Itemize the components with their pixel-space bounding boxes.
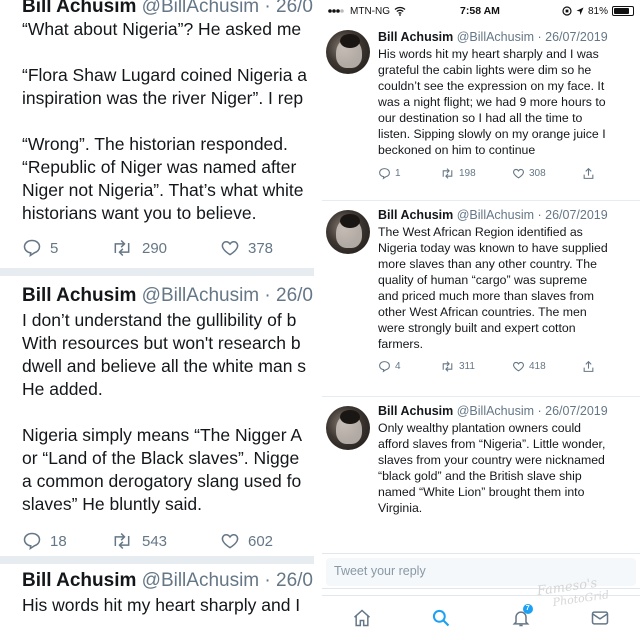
reply-icon bbox=[23, 239, 41, 258]
search-icon bbox=[433, 609, 450, 627]
share-icon bbox=[583, 167, 594, 179]
avatar[interactable] bbox=[326, 30, 370, 74]
retweet-button[interactable]: 543 bbox=[110, 531, 220, 551]
tweet-line: Nigeria simply means “The Nigger A bbox=[22, 425, 303, 445]
share-icon bbox=[583, 360, 594, 372]
tweet-line: slaves” He bluntly said. bbox=[22, 494, 202, 514]
reply-button[interactable]: 4 bbox=[378, 360, 440, 373]
status-bar: MTN-NG 7:58 AM 81% bbox=[322, 0, 640, 22]
like-button[interactable]: 602 bbox=[220, 531, 273, 551]
tweet-actions: 18 543 602 bbox=[22, 528, 314, 554]
wifi-icon bbox=[394, 6, 406, 16]
tweet-handle: @BillAchusim · 26/07/2019 bbox=[456, 208, 608, 222]
retweet-icon bbox=[442, 167, 453, 179]
tweet-line: or “Land of the Black slaves”. Nigge bbox=[22, 448, 300, 468]
left-tweet-1[interactable]: Bill Achusim @BillAchusim · 26/07/2 “Wha… bbox=[22, 0, 314, 261]
tweet-line: a common derogatory slang used fo bbox=[22, 471, 302, 491]
tweet-handle: @BillAchusim · 26/07/2 bbox=[141, 285, 314, 306]
home-icon bbox=[353, 609, 370, 627]
reply-input[interactable]: Tweet your reply bbox=[326, 558, 636, 586]
reply-button[interactable]: 18 bbox=[22, 531, 110, 551]
tweet-text: His words hit my heart sharply and I was… bbox=[378, 47, 606, 157]
battery-percent: 81% bbox=[587, 5, 608, 17]
carrier-label: MTN-NG bbox=[350, 5, 390, 17]
tab-home[interactable] bbox=[348, 604, 376, 632]
like-icon bbox=[513, 168, 524, 178]
retweet-button[interactable]: 290 bbox=[110, 238, 220, 258]
tweet-handle: @BillAchusim · 26/07/2 bbox=[141, 570, 314, 591]
status-time: 7:58 AM bbox=[460, 5, 500, 17]
tweet-actions: 4 311 418 bbox=[378, 358, 638, 374]
tweet-handle: @BillAchusim · 26/07/2019 bbox=[456, 30, 608, 44]
retweet-button[interactable]: 198 bbox=[440, 167, 512, 180]
tweet-line: With resources but won't research b bbox=[22, 333, 301, 353]
tweet-text: His words hit my heart sharply and I bbox=[22, 594, 314, 617]
tweet-handle: @BillAchusim · 26/07/2 bbox=[141, 0, 314, 17]
tab-notifications[interactable]: 7 bbox=[507, 604, 535, 632]
tweet-line: He added. bbox=[22, 379, 103, 399]
right-panel: MTN-NG 7:58 AM 81% Bill Achusim @BillAch… bbox=[318, 0, 640, 640]
left-panel: Bill Achusim @BillAchusim · 26/07/2 “Wha… bbox=[0, 0, 314, 640]
orientation-lock-icon bbox=[562, 6, 572, 16]
like-icon bbox=[513, 361, 524, 371]
reply-bar: Tweet your reply bbox=[322, 553, 640, 589]
tweet-text: “What about Nigeria”? He asked me “Flora… bbox=[22, 18, 314, 225]
tab-search[interactable] bbox=[427, 604, 455, 632]
battery-icon bbox=[612, 6, 634, 16]
messages-icon bbox=[592, 611, 609, 625]
tweet-line: inspiration was the river Niger”. I rep bbox=[22, 88, 304, 108]
avatar[interactable] bbox=[326, 210, 370, 254]
divider bbox=[322, 200, 640, 201]
avatar[interactable] bbox=[326, 406, 370, 450]
like-icon bbox=[221, 533, 239, 549]
retweet-icon bbox=[114, 532, 130, 550]
divider bbox=[0, 556, 314, 564]
like-button[interactable]: 418 bbox=[512, 360, 582, 373]
tweet-author[interactable]: Bill Achusim @BillAchusim · 26/07/2019 bbox=[378, 30, 638, 44]
tweet-line: “Flora Shaw Lugard coined Nigeria a bbox=[22, 65, 308, 85]
tweet-line: historians want you to believe. bbox=[22, 203, 257, 223]
tweet-line: His words hit my heart sharply and I bbox=[22, 595, 301, 615]
reply-icon bbox=[379, 360, 390, 373]
left-tweet-3[interactable]: Bill Achusim @BillAchusim · 26/07/2 His … bbox=[22, 570, 314, 617]
tweet-author[interactable]: Bill Achusim @BillAchusim · 26/07/2019 bbox=[378, 404, 638, 418]
tweet-line: I don’t understand the gullibility of b bbox=[22, 310, 297, 330]
tweet-actions: 1 198 308 bbox=[378, 165, 638, 181]
tweet-author[interactable]: Bill Achusim @BillAchusim · 26/07/2 bbox=[22, 285, 314, 307]
retweet-icon bbox=[114, 239, 130, 257]
location-icon bbox=[576, 7, 584, 15]
tweet-handle: @BillAchusim · 26/07/2019 bbox=[456, 404, 608, 418]
tweet-text: Only wealthy plantation owners could aff… bbox=[378, 421, 606, 515]
divider bbox=[322, 396, 640, 397]
tweet-text: The West African Region identified as Ni… bbox=[378, 225, 608, 351]
tweet-line: “What about Nigeria”? He asked me bbox=[22, 19, 302, 39]
tweet-line: dwell and believe all the white man s bbox=[22, 356, 307, 376]
divider bbox=[0, 268, 314, 276]
tweet-actions: 5 290 378 bbox=[22, 235, 314, 261]
tweet-author[interactable]: Bill Achusim @BillAchusim · 26/07/2019 bbox=[378, 208, 638, 222]
tweet-author[interactable]: Bill Achusim @BillAchusim · 26/07/2 bbox=[22, 0, 314, 18]
like-button[interactable]: 378 bbox=[220, 238, 273, 258]
tweet-line: “Republic of Niger was named after bbox=[22, 157, 297, 177]
tab-messages[interactable] bbox=[586, 604, 614, 632]
left-tweet-2[interactable]: Bill Achusim @BillAchusim · 26/07/2 I do… bbox=[22, 285, 314, 554]
reply-button[interactable]: 5 bbox=[22, 238, 110, 258]
reply-button[interactable]: 1 bbox=[378, 167, 440, 180]
tweet-author[interactable]: Bill Achusim @BillAchusim · 26/07/2 bbox=[22, 570, 314, 592]
like-button[interactable]: 308 bbox=[512, 167, 582, 180]
share-button[interactable] bbox=[582, 167, 595, 180]
tweet-line: Niger not Nigeria”. That’s what white bbox=[22, 180, 304, 200]
tab-bar: 7 bbox=[322, 595, 640, 640]
like-icon bbox=[221, 240, 239, 256]
reply-icon bbox=[23, 532, 41, 551]
share-button[interactable] bbox=[582, 360, 595, 373]
notification-badge: 7 bbox=[522, 604, 533, 614]
retweet-icon bbox=[442, 360, 453, 372]
retweet-button[interactable]: 311 bbox=[440, 360, 512, 373]
reply-icon bbox=[379, 167, 390, 180]
tweet-text: I don’t understand the gullibility of b … bbox=[22, 309, 314, 516]
signal-icon bbox=[328, 9, 344, 13]
tweet-line: “Wrong”. The historian responded. bbox=[22, 134, 288, 154]
